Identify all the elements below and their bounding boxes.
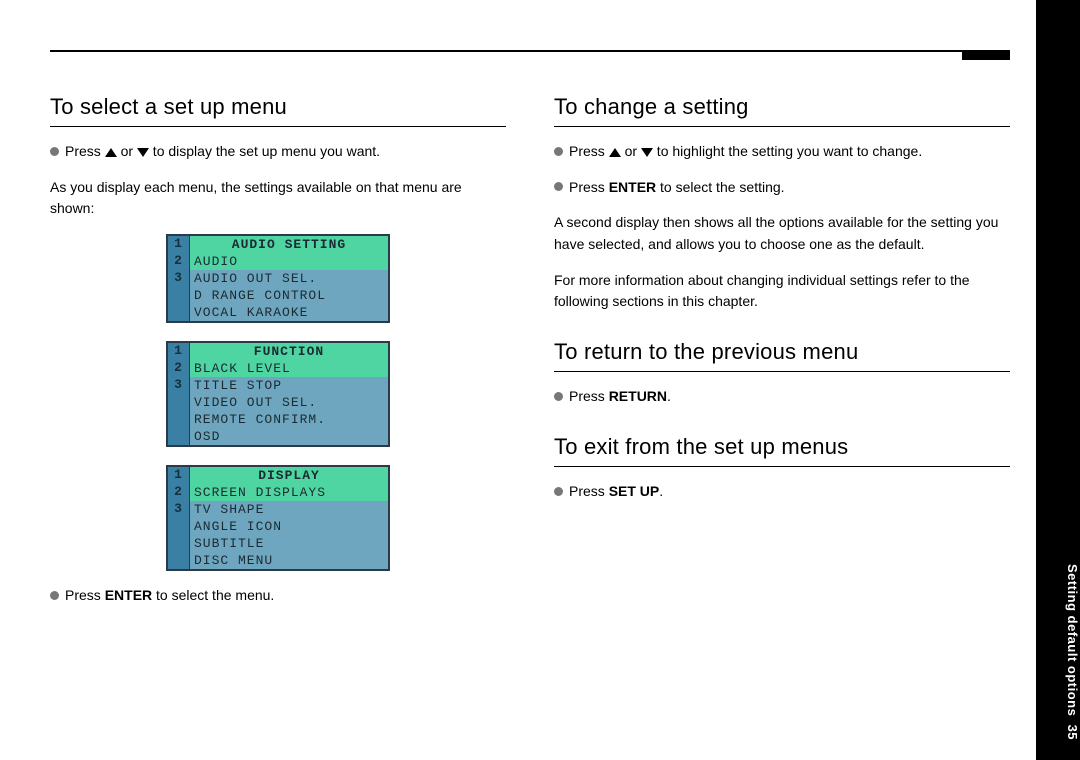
osd-title: DISPLAY [190,467,388,484]
down-arrow-icon [641,148,653,157]
osd-num [168,518,190,535]
osd-num: 2 [168,484,190,501]
text: to display the set up menu you want. [149,143,380,159]
heading-exit-setup: To exit from the set up menus [554,434,1010,467]
bullet-icon [554,182,563,191]
osd-title: AUDIO SETTING [190,236,388,253]
text: Press [65,143,105,159]
osd-display: 1 DISPLAY 2SCREEN DISPLAYS 3TV SHAPE ANG… [166,465,390,571]
side-tab-label: Setting default options 35 [1036,564,1080,740]
osd-num: 3 [168,377,190,394]
instruction-enter-select-menu: Press ENTER to select the menu. [50,585,506,607]
osd-num [168,535,190,552]
osd-function: 1 FUNCTION 2BLACK LEVEL 3TITLE STOP VIDE… [166,341,390,447]
text: or [117,143,137,159]
text: Press [569,179,609,195]
osd-num: 2 [168,360,190,377]
instruction-change-highlight: Press or to highlight the setting you wa… [554,141,1010,163]
osd-num [168,552,190,569]
bullet-icon [50,147,59,156]
up-arrow-icon [609,148,621,157]
manual-page: To select a set up menu Press or to disp… [0,0,1080,760]
text: Press [569,143,609,159]
osd-title: FUNCTION [190,343,388,360]
text: . [659,483,663,499]
right-column: To change a setting Press or to highligh… [554,68,1010,621]
osd-item: D RANGE CONTROL [190,287,388,304]
osd-num: 1 [168,343,190,360]
change-para1: A second display then shows all the opti… [554,212,1010,255]
left-column: To select a set up menu Press or to disp… [50,68,506,621]
osd-item: AUDIO OUT SEL. [190,270,388,287]
bullet-icon [554,487,563,496]
down-arrow-icon [137,148,149,157]
osd-item: DISC MENU [190,552,388,569]
osd-item: VIDEO OUT SEL. [190,394,388,411]
heading-return-previous: To return to the previous menu [554,339,1010,372]
text: Press [569,388,609,404]
heading-select-setup-menu: To select a set up menu [50,94,506,127]
osd-item: VOCAL KARAOKE [190,304,388,321]
osd-num: 1 [168,236,190,253]
instruction-return: Press RETURN. [554,386,1010,408]
key-enter: ENTER [609,179,656,195]
osd-item: TV SHAPE [190,501,388,518]
text: . [667,388,671,404]
osd-num: 3 [168,501,190,518]
instruction-change-enter: Press ENTER to select the setting. [554,177,1010,199]
page-number: 35 [1065,725,1080,740]
text: to highlight the setting you want to cha… [653,143,922,159]
osd-item: ANGLE ICON [190,518,388,535]
bullet-icon [554,147,563,156]
osd-num [168,428,190,445]
osd-item: TITLE STOP [190,377,388,394]
osd-num [168,304,190,321]
text: or [621,143,641,159]
up-arrow-icon [105,148,117,157]
osd-item: OSD [190,428,388,445]
osd-item: SUBTITLE [190,535,388,552]
instruction-exit: Press SET UP. [554,481,1010,503]
key-enter: ENTER [105,587,152,603]
osd-num: 1 [168,467,190,484]
osd-num [168,394,190,411]
osd-audio-setting: 1 AUDIO SETTING 2AUDIO 3AUDIO OUT SEL. D… [166,234,390,323]
osd-num: 2 [168,253,190,270]
text: Press [569,483,609,499]
heading-change-setting: To change a setting [554,94,1010,127]
top-rule: To select a set up menu Press or to disp… [50,50,1010,621]
text: Press [65,587,105,603]
text: to select the menu. [152,587,274,603]
osd-item: REMOTE CONFIRM. [190,411,388,428]
side-tab: Setting default options 35 [1036,0,1080,760]
bullet-icon [50,591,59,600]
key-return: RETURN [609,388,667,404]
instruction-select: Press or to display the set up menu you … [50,141,506,163]
content-area: To select a set up menu Press or to disp… [50,50,1010,730]
osd-screenshots: 1 AUDIO SETTING 2AUDIO 3AUDIO OUT SEL. D… [50,234,506,571]
change-para2: For more information about changing indi… [554,270,1010,313]
bullet-icon [554,392,563,401]
text: to select the setting. [656,179,784,195]
intro-text: As you display each menu, the settings a… [50,177,506,220]
side-tab-text: Setting default options [1065,564,1080,716]
osd-item: AUDIO [190,253,388,270]
osd-num [168,411,190,428]
osd-num: 3 [168,270,190,287]
osd-num [168,287,190,304]
key-setup: SET UP [609,483,660,499]
osd-item: SCREEN DISPLAYS [190,484,388,501]
osd-item: BLACK LEVEL [190,360,388,377]
